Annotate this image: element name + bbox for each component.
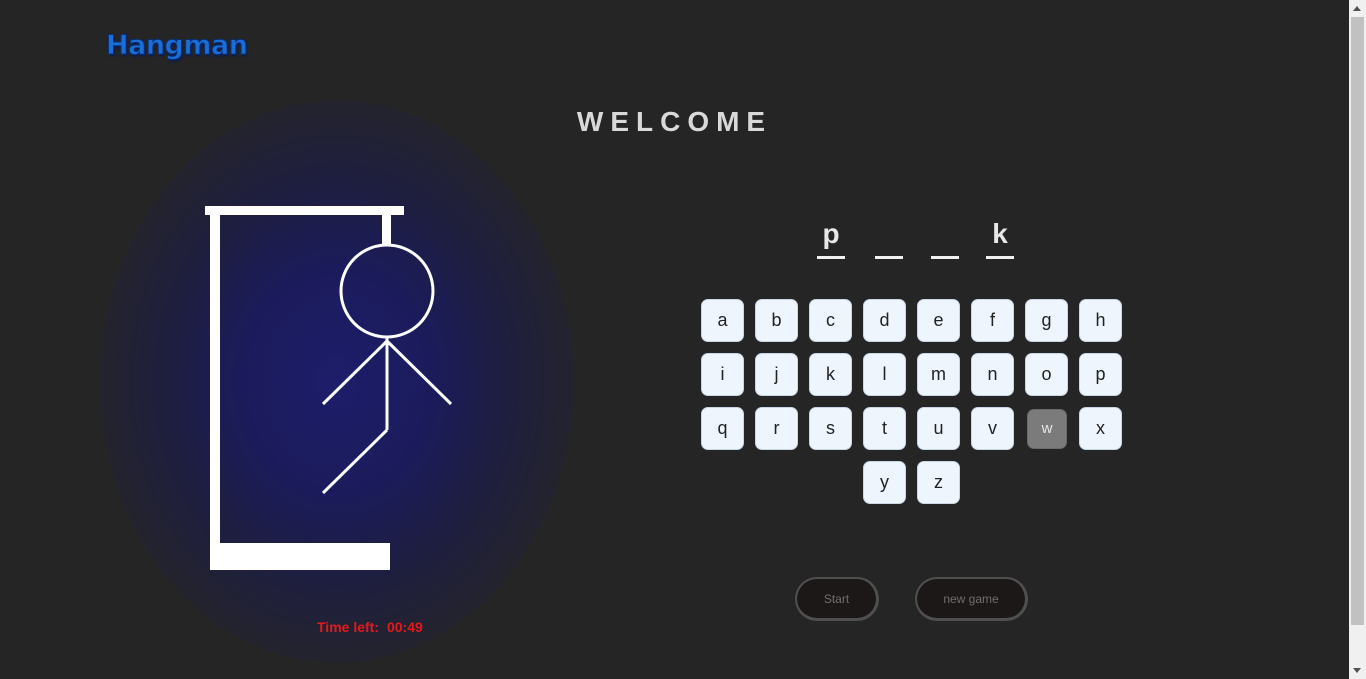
letter-key-l[interactable]: l [863,353,906,396]
letter-key-u[interactable]: u [917,407,960,450]
letter-key-o[interactable]: o [1025,353,1068,396]
start-button[interactable]: Start [795,577,879,621]
letter-key-s[interactable]: s [809,407,852,450]
scrollbar-thumb[interactable] [1351,17,1364,625]
letter-key-y[interactable]: y [863,461,906,504]
gallows-top-beam [205,206,404,215]
word-letter-slot: k [986,215,1014,259]
hangman-left-leg [321,428,389,495]
letter-key-w[interactable]: w [1027,409,1067,449]
word-letter-slot: p [817,215,845,259]
gallows-rope [382,206,391,244]
letter-key-x[interactable]: x [1079,407,1122,450]
gallows-base [210,543,390,570]
gallows-post [210,206,220,570]
hangman-left-arm [321,339,389,406]
letter-key-i[interactable]: i [701,353,744,396]
scroll-down-arrow-icon[interactable] [1353,668,1361,673]
word-letter-slot [875,215,903,259]
letter-key-c[interactable]: c [809,299,852,342]
letter-key-n[interactable]: n [971,353,1014,396]
hangman-drawing [205,206,453,570]
vertical-scrollbar[interactable] [1349,0,1366,679]
letter-key-z[interactable]: z [917,461,960,504]
word-letter-slot [931,215,959,259]
scroll-up-arrow-icon[interactable] [1353,6,1361,11]
timer: Time left: 00:49 [317,619,423,635]
letter-key-q[interactable]: q [701,407,744,450]
letter-key-m[interactable]: m [917,353,960,396]
letter-key-g[interactable]: g [1025,299,1068,342]
new-game-button[interactable]: new game [915,577,1028,621]
letter-key-p[interactable]: p [1079,353,1122,396]
timer-value: 00:49 [386,619,423,635]
letter-key-a[interactable]: a [701,299,744,342]
letter-key-j[interactable]: j [755,353,798,396]
letter-key-v[interactable]: v [971,407,1014,450]
letter-key-k[interactable]: k [809,353,852,396]
letter-key-h[interactable]: h [1079,299,1122,342]
letter-key-b[interactable]: b [755,299,798,342]
letter-key-e[interactable]: e [917,299,960,342]
letter-key-t[interactable]: t [863,407,906,450]
hangman-right-arm [385,339,453,406]
letter-key-f[interactable]: f [971,299,1014,342]
letter-key-r[interactable]: r [755,407,798,450]
game-page: Hangman WELCOME Time left: 00:49 p k abcd… [0,0,1349,679]
timer-label: Time left: [317,619,379,635]
letter-key-d[interactable]: d [863,299,906,342]
hangman-head [339,243,435,339]
